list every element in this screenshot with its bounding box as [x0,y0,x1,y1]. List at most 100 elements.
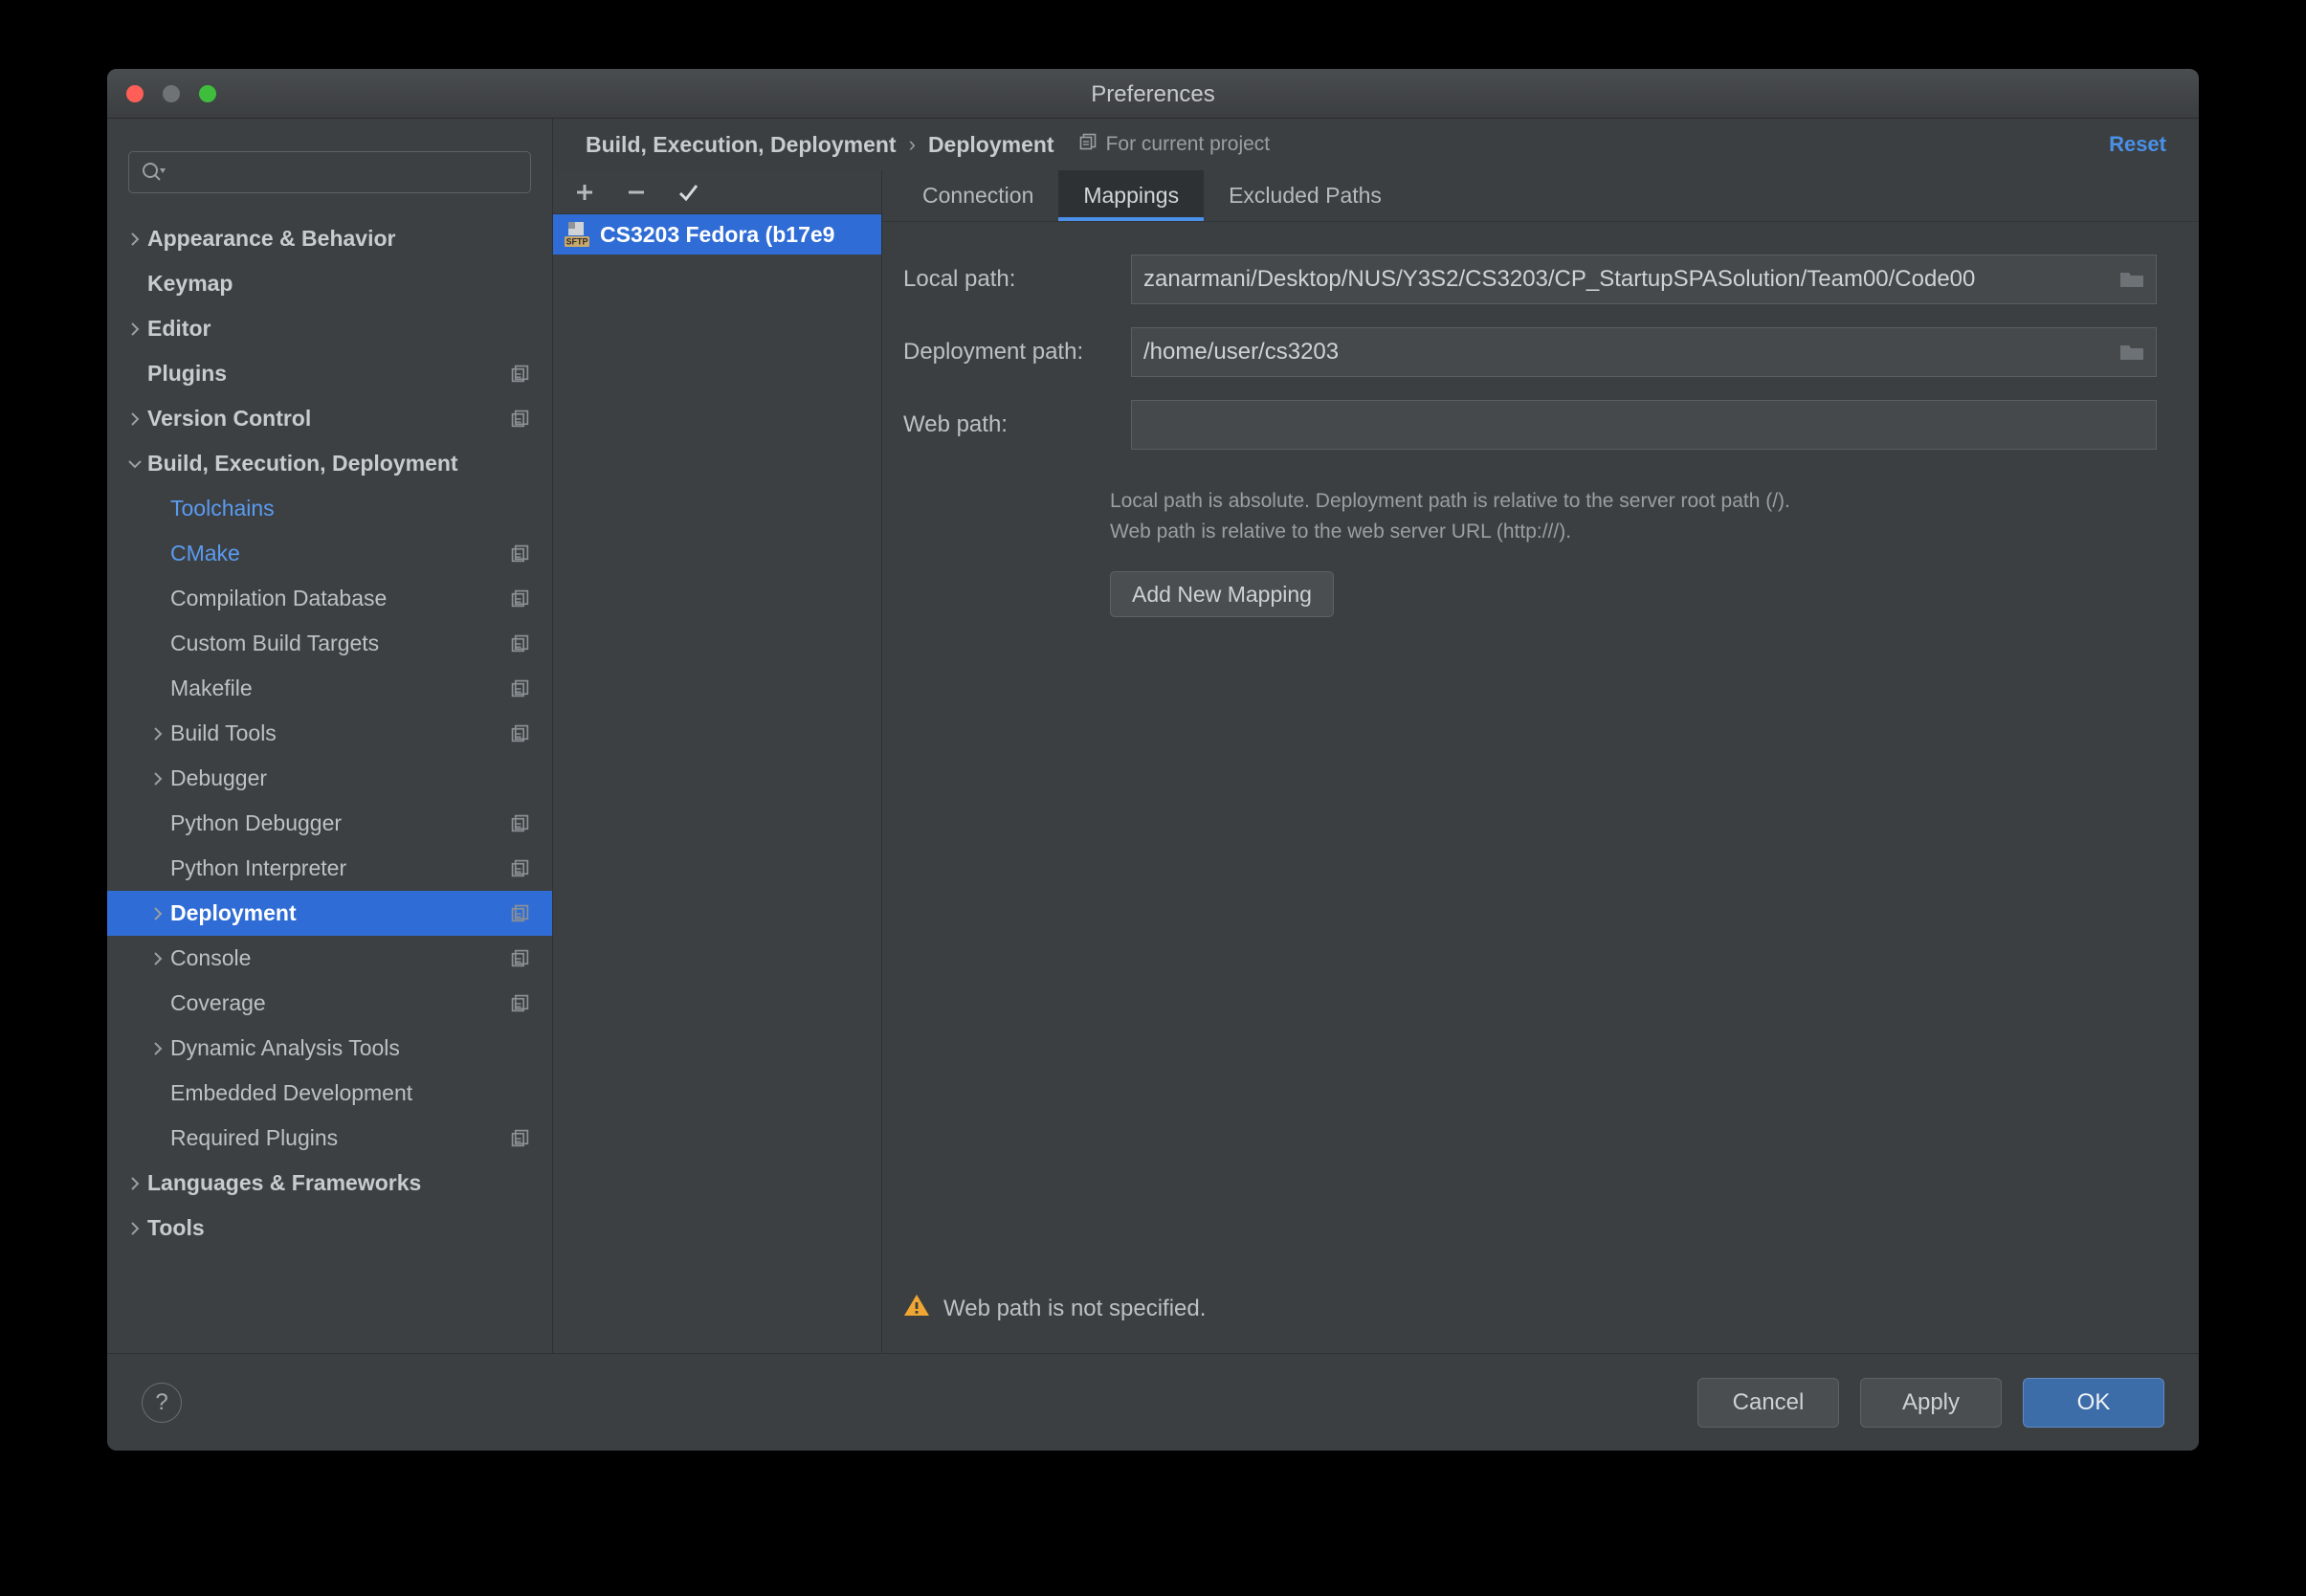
sidebar-item-label: Embedded Development [170,1080,413,1105]
sidebar-item-toolchains[interactable]: Toolchains [107,486,552,531]
server-list: SFTP CS3203 Fedora (b17e9 [553,214,881,1353]
folder-browse-icon[interactable] [2116,342,2148,363]
sidebar-item-label: Deployment [170,900,297,925]
detail-spacer [882,617,2199,1293]
sidebar-item-build-execution-deployment[interactable]: Build, Execution, Deployment [107,441,552,486]
sidebar-item-coverage[interactable]: Coverage [107,981,552,1026]
sidebar-item-python-debugger[interactable]: Python Debugger [107,801,552,846]
sidebar-item-label: Appearance & Behavior [147,226,396,251]
chevron-right-icon[interactable] [122,411,147,427]
sidebar-item-python-interpreter[interactable]: Python Interpreter [107,846,552,891]
deployment-tabs: Connection Mappings Excluded Paths [882,170,2199,222]
tab-connection[interactable]: Connection [898,170,1058,221]
sidebar-item-compilation-database[interactable]: Compilation Database [107,576,552,621]
warning-icon [903,1293,930,1324]
sidebar-item-version-control[interactable]: Version Control [107,396,552,441]
chevron-right-icon[interactable] [145,1041,170,1056]
chevron-down-icon[interactable] [122,456,147,472]
sidebar-item-label: Dynamic Analysis Tools [170,1035,400,1060]
copy-icon [510,994,531,1013]
tab-mappings[interactable]: Mappings [1058,170,1205,221]
sidebar-item-label: CMake [170,541,240,565]
sidebar-item-debugger[interactable]: Debugger [107,756,552,801]
chevron-right-icon[interactable] [145,951,170,966]
status-warning: Web path is not specified. [882,1293,2199,1353]
sidebar-item-label: Editor [147,316,211,341]
add-new-mapping-button[interactable]: Add New Mapping [1110,571,1334,617]
server-list-item[interactable]: SFTP CS3203 Fedora (b17e9 [553,214,881,255]
dialog-footer: ? Cancel Apply OK [107,1353,2199,1451]
form-row: Web path: [903,400,2157,450]
sidebar-item-label: Python Interpreter [170,855,347,880]
tab-label: Excluded Paths [1229,183,1382,208]
svg-text:SFTP: SFTP [565,237,588,247]
sidebar-item-label: Compilation Database [170,586,388,610]
chevron-right-icon[interactable] [145,771,170,787]
chevron-right-icon[interactable] [122,321,147,337]
folder-browse-icon[interactable] [2116,269,2148,290]
copy-icon [510,859,531,878]
remove-server-button[interactable] [624,180,649,205]
sidebar-item-cmake[interactable]: CMake [107,531,552,576]
sidebar-item-plugins[interactable]: Plugins [107,351,552,396]
path-input-2[interactable]: /home/user/cs3203 [1131,327,2157,377]
copy-icon [510,724,531,743]
cancel-button[interactable]: Cancel [1697,1377,1839,1428]
settings-sidebar: Appearance & Behavior Keymap Editor Plugins… [107,119,553,1353]
chevron-right-icon[interactable] [122,1176,147,1191]
hint-line-1: Local path is absolute. Deployment path … [1110,490,1790,512]
scope-label: For current project [1105,133,1271,155]
sidebar-item-label: Console [170,945,252,970]
reset-link[interactable]: Reset [2109,132,2166,157]
field-label: Local path: [903,266,1016,292]
help-button[interactable]: ? [142,1382,182,1423]
path-input-value: zanarmani/Desktop/NUS/Y3S2/CS3203/CP_Sta… [1143,266,1976,292]
sidebar-item-appearance-behavior[interactable]: Appearance & Behavior [107,216,552,261]
breadcrumb-leaf: Deployment [927,131,1054,157]
sftp-server-icon: SFTP [563,220,591,249]
sidebar-item-label: Keymap [147,271,233,296]
copy-icon [510,544,531,564]
breadcrumb-root[interactable]: Build, Execution, Deployment [586,132,897,158]
chevron-right-icon[interactable] [145,726,170,742]
sidebar-item-embedded-development[interactable]: Embedded Development [107,1071,552,1116]
path-input-value: /home/user/cs3203 [1143,339,1340,365]
copy-icon [510,1129,531,1148]
sidebar-item-deployment[interactable]: Deployment [107,891,552,936]
sidebar-item-console[interactable]: Console [107,936,552,981]
sidebar-item-editor[interactable]: Editor [107,306,552,351]
apply-button[interactable]: Apply [1860,1377,2002,1428]
breadcrumb-separator-icon: › [908,132,916,156]
sidebar-item-keymap[interactable]: Keymap [107,261,552,306]
settings-main: Build, Execution, Deployment › Deploymen… [553,119,2199,1353]
sidebar-item-build-tools[interactable]: Build Tools [107,711,552,756]
sidebar-item-custom-build-targets[interactable]: Custom Build Targets [107,621,552,666]
path-input-1[interactable]: zanarmani/Desktop/NUS/Y3S2/CS3203/CP_Sta… [1131,255,2157,304]
sidebar-item-label: Toolchains [170,496,275,521]
sidebar-item-label: Languages & Frameworks [147,1170,422,1195]
search-field[interactable] [128,151,531,193]
chevron-right-icon[interactable] [122,232,147,247]
set-default-server-button[interactable] [676,180,700,205]
ok-button[interactable]: OK [2023,1377,2164,1428]
mapping-hints: Local path is absolute. Deployment path … [1110,486,2199,546]
settings-tree: Appearance & Behavior Keymap Editor Plugins… [107,212,552,1353]
field-label: Web path: [903,411,1008,437]
preferences-window: Preferences Appearance & Behavior Keymap E… [107,69,2199,1451]
add-server-button[interactable] [572,180,597,205]
button-label: OK [2076,1388,2111,1415]
button-label: Cancel [1732,1388,1805,1415]
sidebar-item-tools[interactable]: Tools [107,1206,552,1251]
tab-excluded-paths[interactable]: Excluded Paths [1204,170,1407,221]
chevron-right-icon[interactable] [145,906,170,921]
sidebar-item-required-plugins[interactable]: Required Plugins [107,1116,552,1161]
sidebar-item-dynamic-analysis-tools[interactable]: Dynamic Analysis Tools [107,1026,552,1071]
form-row: Deployment path: /home/user/cs3203 [903,327,2157,377]
path-input-3[interactable] [1131,400,2157,450]
chevron-right-icon[interactable] [122,1221,147,1236]
sidebar-item-languages-frameworks[interactable]: Languages & Frameworks [107,1161,552,1206]
sidebar-item-makefile[interactable]: Makefile [107,666,552,711]
window-titlebar: Preferences [107,69,2199,119]
search-input[interactable] [166,152,519,192]
sidebar-item-label: Required Plugins [170,1125,339,1150]
